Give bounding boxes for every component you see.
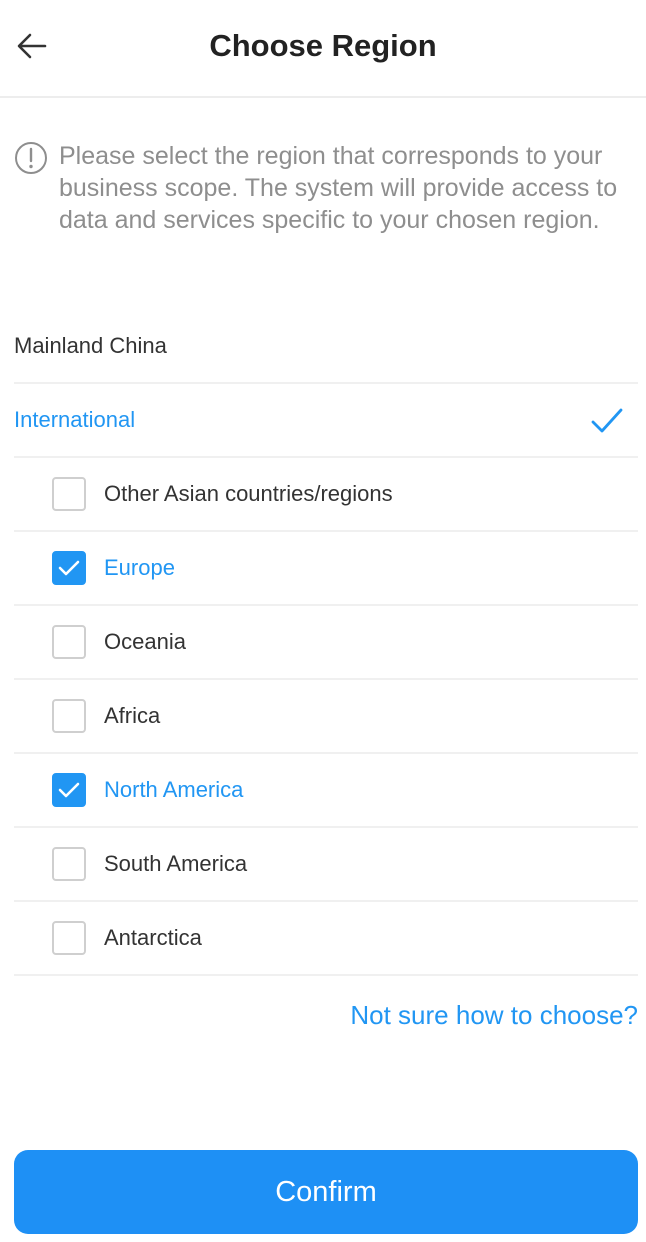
sub-region-label: Other Asian countries/regions bbox=[104, 481, 393, 506]
region-label: International bbox=[14, 407, 136, 432]
region-notice: Please select the region that correspond… bbox=[14, 140, 634, 236]
sub-region-south-america[interactable]: South America bbox=[14, 828, 638, 902]
info-circle-icon bbox=[15, 142, 47, 174]
checkmark-icon bbox=[591, 408, 623, 433]
confirm-button[interactable]: Confirm bbox=[14, 1150, 638, 1234]
sub-region-label: Europe bbox=[104, 555, 175, 580]
sub-region-north-america[interactable]: North America bbox=[14, 754, 638, 828]
help-link[interactable]: Not sure how to choose? bbox=[350, 1000, 638, 1031]
sub-region-label: South America bbox=[104, 851, 248, 876]
region-option-mainland-china[interactable]: Mainland China bbox=[14, 310, 638, 384]
checkbox[interactable] bbox=[52, 625, 86, 659]
sub-region-label: Africa bbox=[104, 703, 161, 728]
region-list: Mainland China International Other Asian… bbox=[0, 310, 646, 976]
sub-region-europe[interactable]: Europe bbox=[14, 532, 638, 606]
checkbox[interactable] bbox=[52, 699, 86, 733]
check-icon bbox=[58, 782, 80, 798]
checkbox[interactable] bbox=[52, 847, 86, 881]
checkbox-checked[interactable] bbox=[52, 773, 86, 807]
region-option-international[interactable]: International bbox=[14, 384, 638, 458]
checkbox-checked[interactable] bbox=[52, 551, 86, 585]
page-title: Choose Region bbox=[209, 28, 437, 63]
sub-region-oceania[interactable]: Oceania bbox=[14, 606, 638, 680]
app-header: Choose Region bbox=[0, 0, 646, 98]
sub-region-other-asian[interactable]: Other Asian countries/regions bbox=[14, 458, 638, 532]
checkbox[interactable] bbox=[52, 477, 86, 511]
sub-region-antarctica[interactable]: Antarctica bbox=[14, 902, 638, 976]
check-icon bbox=[58, 560, 80, 576]
region-label: Mainland China bbox=[14, 333, 167, 358]
sub-region-label: Antarctica bbox=[104, 925, 202, 950]
sub-region-label: Oceania bbox=[104, 629, 186, 654]
sub-region-label: North America bbox=[104, 777, 244, 802]
sub-region-africa[interactable]: Africa bbox=[14, 680, 638, 754]
notice-text: Please select the region that correspond… bbox=[59, 142, 618, 234]
checkbox[interactable] bbox=[52, 921, 86, 955]
